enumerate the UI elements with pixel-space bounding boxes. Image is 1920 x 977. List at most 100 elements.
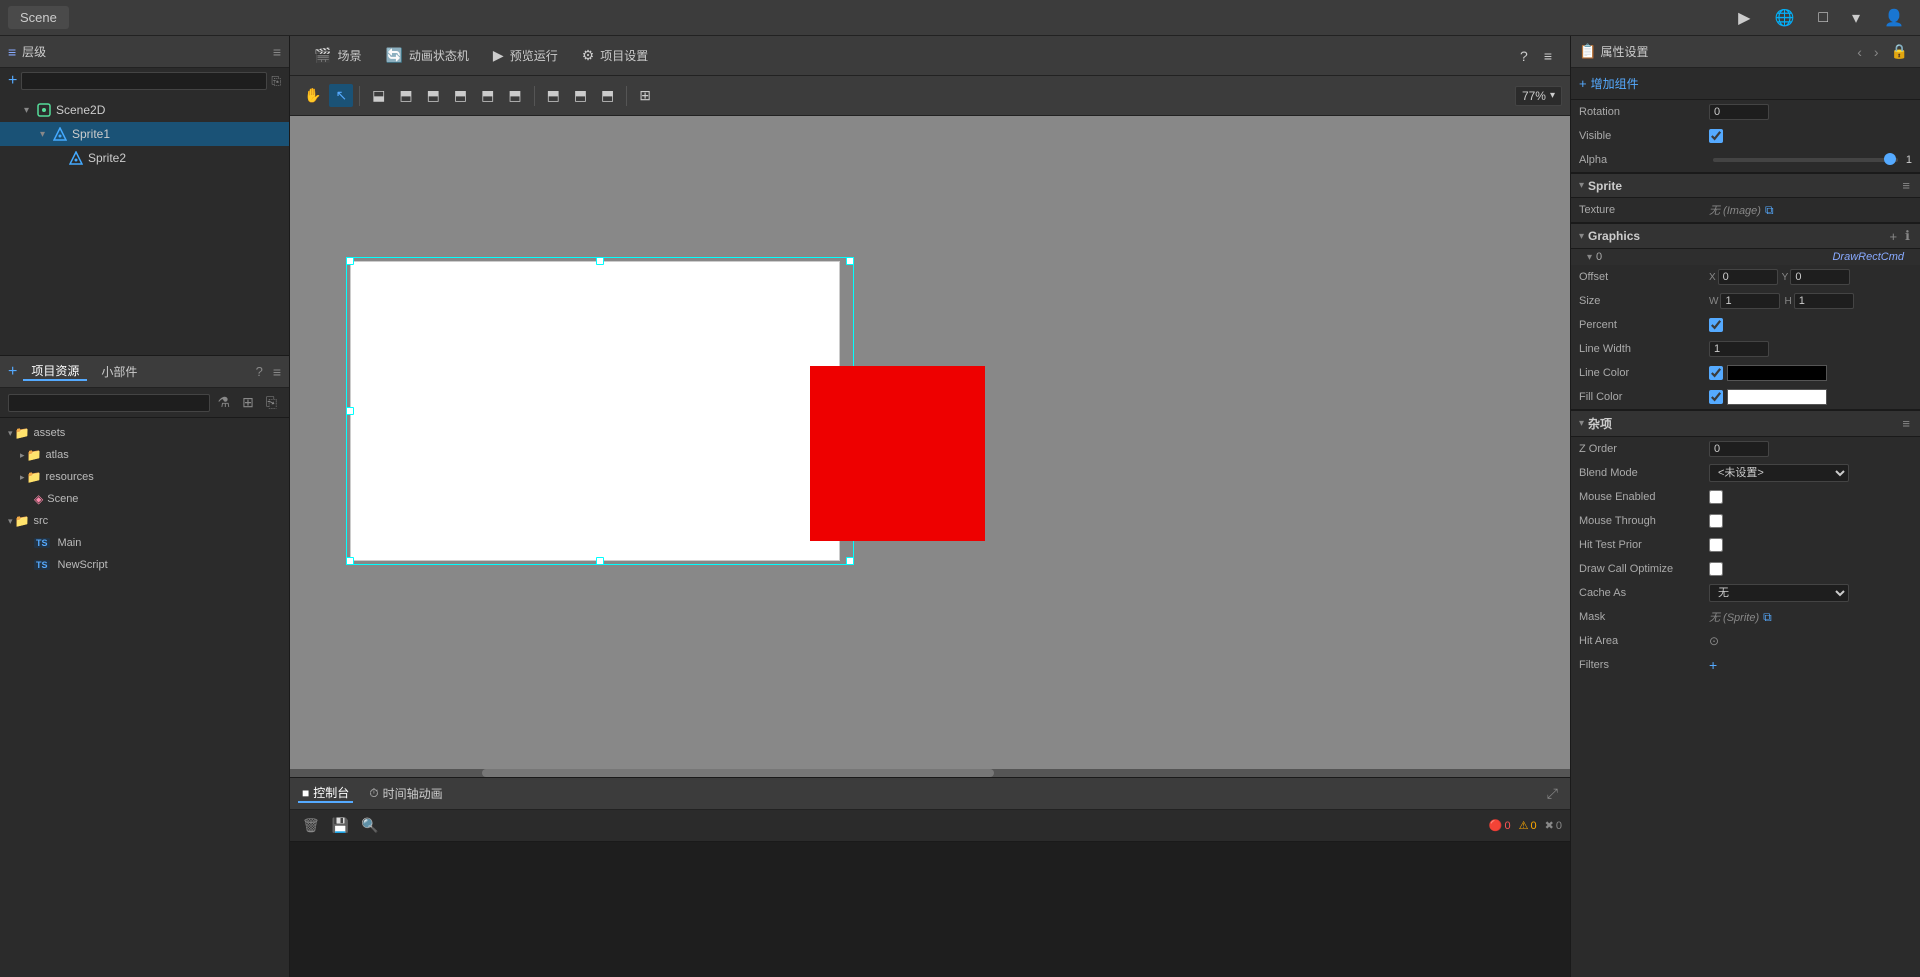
nav-scene[interactable]: 🎬 场景 — [302, 36, 373, 76]
user-icon[interactable]: 👤 — [1876, 4, 1912, 32]
size-w-input[interactable] — [1720, 293, 1780, 309]
console-save-btn[interactable]: 💾 — [328, 815, 353, 836]
tree-item-scene2d[interactable]: ▾ Scene2D — [0, 98, 289, 122]
texture-link-icon[interactable]: ⧉ — [1765, 203, 1774, 218]
device-button[interactable]: □ — [1810, 5, 1836, 31]
white-rect[interactable] — [350, 261, 840, 561]
size-h-input[interactable] — [1794, 293, 1854, 309]
fillcolor-checkbox[interactable] — [1709, 390, 1723, 404]
red-rect[interactable] — [810, 366, 985, 541]
hit-test-prior-checkbox[interactable] — [1709, 538, 1723, 552]
tab-project-assets[interactable]: 项目资源 — [23, 362, 87, 381]
tab-timeline[interactable]: ⏱ 时间轴动画 — [365, 785, 446, 802]
zoom-control[interactable]: 77% ▾ — [1515, 86, 1562, 106]
tab-console[interactable]: ■ 控制台 — [298, 784, 353, 803]
asset-src-folder[interactable]: ▾ 📁 src — [0, 510, 289, 532]
nav-animation[interactable]: 🔄 动画状态机 — [373, 36, 480, 76]
tab-widgets[interactable]: 小部件 — [93, 363, 145, 380]
handle-tr[interactable] — [846, 257, 854, 265]
drawrect-subsection-header[interactable]: ▾ 0 DrawRectCmd — [1571, 249, 1920, 265]
assets-help-icon[interactable]: ? — [256, 364, 263, 379]
play-button[interactable]: ▶ — [1730, 4, 1758, 32]
grid-btn[interactable]: ⊞ — [633, 84, 657, 107]
rotation-input[interactable] — [1709, 104, 1769, 120]
props-lock-btn[interactable]: 🔒 — [1887, 41, 1912, 62]
graphics-info-btn[interactable]: ℹ — [1903, 228, 1912, 244]
linecolor-swatch[interactable] — [1727, 365, 1827, 381]
asset-main-ts[interactable]: TS Main — [0, 532, 289, 554]
hierarchy-menu-icon[interactable]: ≡ — [273, 44, 281, 60]
offset-x-input[interactable] — [1718, 269, 1778, 285]
blendmode-select[interactable]: <未设置> — [1709, 464, 1849, 482]
handle-tl[interactable] — [346, 257, 354, 265]
misc-section-menu-btn[interactable]: ≡ — [1900, 416, 1912, 431]
nav-settings[interactable]: ⚙ 项目设置 — [570, 36, 661, 76]
align-right-btn[interactable]: ⬒ — [421, 84, 446, 107]
handle-br[interactable] — [846, 557, 854, 565]
graphics-section-header[interactable]: ▾ Graphics + ℹ — [1571, 223, 1920, 249]
canvas-area[interactable] — [290, 116, 1570, 777]
select-tool-btn[interactable]: ↖ — [329, 84, 353, 107]
align-center-v-btn[interactable]: ⬒ — [475, 84, 500, 107]
nav-more-btn[interactable]: ≡ — [1538, 45, 1558, 67]
tree-item-sprite1[interactable]: ▾ Sprite1 — [0, 122, 289, 146]
assets-grid-btn[interactable]: ⊞ — [238, 392, 258, 413]
hierarchy-plus-btn[interactable]: + — [8, 72, 17, 90]
cacheas-select[interactable]: 无 — [1709, 584, 1849, 602]
hit-area-target-icon[interactable]: ⊙ — [1709, 634, 1719, 648]
align-bottom-btn[interactable]: ⬒ — [502, 84, 527, 107]
zorder-input[interactable] — [1709, 441, 1769, 457]
linecolor-checkbox[interactable] — [1709, 366, 1723, 380]
props-next-btn[interactable]: › — [1870, 42, 1883, 62]
percent-checkbox[interactable] — [1709, 318, 1723, 332]
hierarchy-search-input[interactable] — [21, 72, 267, 90]
match-size-btn[interactable]: ⬒ — [595, 84, 620, 107]
hand-tool-btn[interactable]: ✋ — [298, 84, 327, 107]
graphics-add-btn[interactable]: + — [1887, 228, 1899, 244]
bottom-expand-btn[interactable]: ⤢ — [1543, 783, 1562, 804]
align-top-btn[interactable]: ⬒ — [448, 84, 473, 107]
sprite-section-menu-btn[interactable]: ≡ — [1900, 178, 1912, 193]
align-center-h-btn[interactable]: ⬒ — [393, 84, 418, 107]
assets-filter-btn[interactable]: ⚗ — [214, 392, 235, 413]
mouse-through-checkbox[interactable] — [1709, 514, 1723, 528]
asset-atlas-folder[interactable]: ▸ 📁 atlas — [0, 444, 289, 466]
asset-resources-folder[interactable]: ▸ 📁 resources — [0, 466, 289, 488]
align-left-btn[interactable]: ⬓ — [366, 84, 391, 107]
nav-help-btn[interactable]: ? — [1514, 45, 1534, 67]
more-button[interactable]: ▾ — [1844, 4, 1868, 32]
handle-bl[interactable] — [346, 557, 354, 565]
draw-call-optimize-checkbox[interactable] — [1709, 562, 1723, 576]
canvas-scrollbar-h[interactable] — [290, 769, 1570, 777]
filters-add-icon[interactable]: + — [1709, 657, 1717, 673]
assets-plus-btn[interactable]: + — [8, 363, 17, 381]
console-search-btn[interactable]: 🔍 — [357, 815, 382, 836]
nav-preview[interactable]: ▶ 预览运行 — [481, 36, 570, 76]
console-clear-btn[interactable]: 🗑 — [298, 815, 324, 836]
assets-menu-icon[interactable]: ≡ — [273, 364, 281, 380]
assets-search-input[interactable] — [8, 394, 210, 412]
visible-checkbox[interactable] — [1709, 129, 1723, 143]
mask-link-icon[interactable]: ⧉ — [1763, 610, 1772, 625]
add-component-button[interactable]: + 增加组件 — [1579, 75, 1639, 92]
asset-assets-folder[interactable]: ▾ 📁 assets — [0, 422, 289, 444]
globe-button[interactable]: 🌐 — [1766, 4, 1802, 32]
alpha-slider-track[interactable] — [1713, 158, 1898, 162]
hierarchy-copy-icon[interactable]: ⎘ — [271, 74, 281, 89]
misc-section-header[interactable]: ▾ 杂项 ≡ — [1571, 410, 1920, 437]
asset-newscript-ts[interactable]: TS NewScript — [0, 554, 289, 576]
sprite-section-header[interactable]: ▾ Sprite ≡ — [1571, 173, 1920, 198]
props-prev-btn[interactable]: ‹ — [1853, 42, 1866, 62]
assets-copy-btn[interactable]: ⎘ — [262, 392, 281, 413]
fillcolor-swatch[interactable] — [1727, 389, 1827, 405]
dist-h-btn[interactable]: ⬒ — [541, 84, 566, 107]
dist-v-btn[interactable]: ⬒ — [568, 84, 593, 107]
linewidth-input[interactable] — [1709, 341, 1769, 357]
mouse-enabled-checkbox[interactable] — [1709, 490, 1723, 504]
tree-item-sprite2[interactable]: Sprite2 — [0, 146, 289, 170]
handle-bc[interactable] — [596, 557, 604, 565]
asset-scene-file[interactable]: ◈ Scene — [0, 488, 289, 510]
handle-ml[interactable] — [346, 407, 354, 415]
handle-tc[interactable] — [596, 257, 604, 265]
offset-y-input[interactable] — [1790, 269, 1850, 285]
